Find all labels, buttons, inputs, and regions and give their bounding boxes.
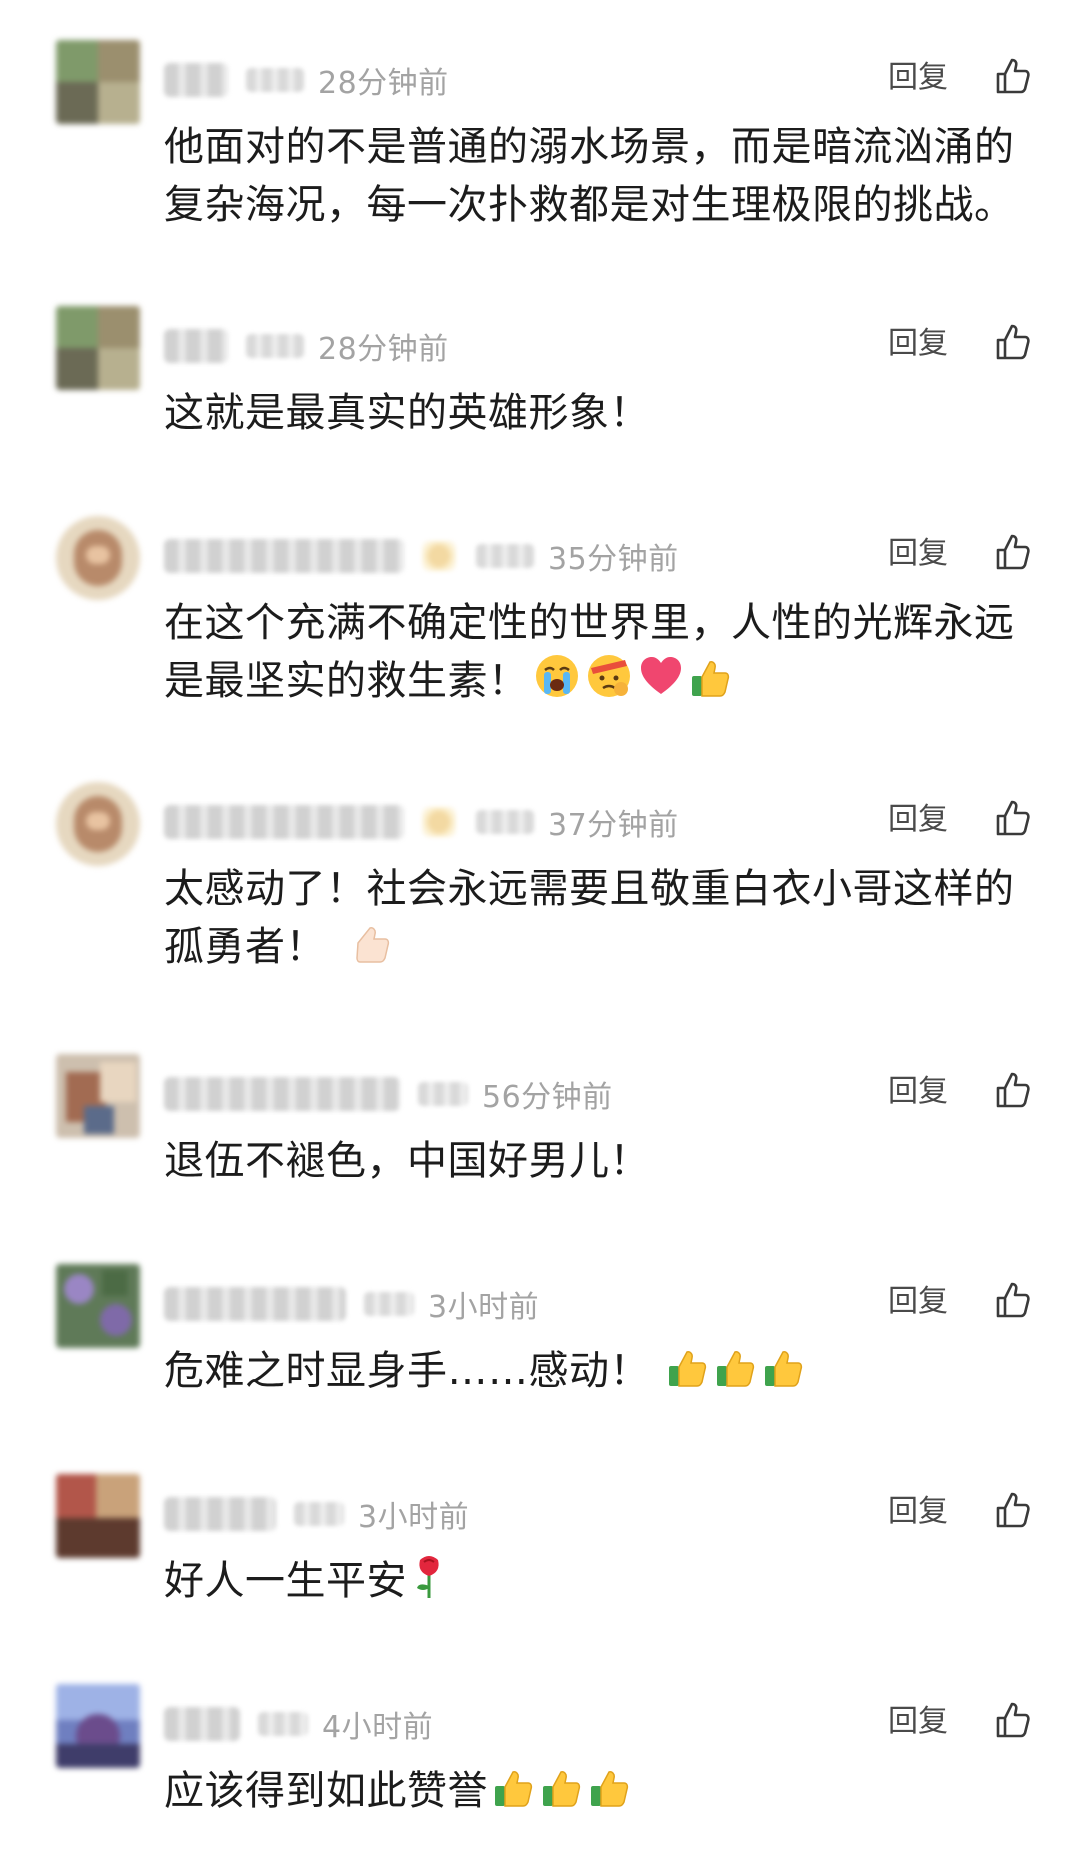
location-blurred <box>246 68 304 92</box>
badge-icon <box>422 807 456 837</box>
reply-button[interactable]: 回复 <box>888 52 948 104</box>
location-blurred <box>246 334 304 358</box>
thumbs-up-icon <box>588 1766 632 1826</box>
comment-time: 4小时前 <box>322 1710 434 1745</box>
thumbs-up-icon <box>714 1346 758 1406</box>
avatar[interactable] <box>56 1054 140 1138</box>
comment-time: 56分钟前 <box>482 1080 613 1115</box>
location-blurred <box>476 544 534 568</box>
username-blurred[interactable] <box>164 63 228 97</box>
thumbs-up-icon[interactable] <box>990 530 1034 574</box>
avatar[interactable] <box>56 306 140 390</box>
thumbs-up-icon <box>492 1766 536 1826</box>
location-blurred <box>418 1082 468 1106</box>
comment-time: 35分钟前 <box>548 542 679 577</box>
comment-meta: 28分钟前 <box>164 54 449 106</box>
location-blurred <box>294 1502 344 1526</box>
comment-meta: 28分钟前 <box>164 320 449 372</box>
avatar[interactable] <box>56 1474 140 1558</box>
username-blurred[interactable] <box>164 329 228 363</box>
username-blurred[interactable] <box>164 1287 346 1321</box>
thumbs-up-icon[interactable] <box>990 1068 1034 1112</box>
thumbs-up-icon[interactable] <box>990 1698 1034 1742</box>
comment-time: 3小时前 <box>358 1500 470 1535</box>
location-blurred <box>258 1712 308 1736</box>
thumbs-up-icon <box>540 1766 584 1826</box>
location-blurred <box>476 810 534 834</box>
reply-button[interactable]: 回复 <box>888 1066 948 1118</box>
thumbs-up-icon <box>666 1346 710 1406</box>
thumbs-up-icon[interactable] <box>990 796 1034 840</box>
username-blurred[interactable] <box>164 1497 276 1531</box>
comment-meta: 4小时前 <box>164 1698 433 1750</box>
thumbs-up-icon[interactable] <box>990 1278 1034 1322</box>
location-blurred <box>364 1292 414 1316</box>
avatar[interactable] <box>56 782 140 866</box>
thumbs-up-icon <box>689 656 733 716</box>
thumbs-up-icon[interactable] <box>990 54 1034 98</box>
comment-text: 应该得到如此赞誉 <box>164 1762 1034 1826</box>
comment-text: 在这个充满不确定性的世界里，人性的光辉永远是最坚实的救生素！ <box>164 594 1034 716</box>
comment-meta: 3小时前 <box>164 1278 539 1330</box>
username-blurred[interactable] <box>164 1077 400 1111</box>
comment-time: 37分钟前 <box>548 808 679 843</box>
reply-button[interactable]: 回复 <box>888 528 948 580</box>
avatar[interactable] <box>56 516 140 600</box>
username-blurred[interactable] <box>164 1707 240 1741</box>
comment-text: 危难之时显身手……感动！ <box>164 1342 1034 1406</box>
thumbs-up-light-icon <box>350 922 394 982</box>
comment-time: 28分钟前 <box>318 332 449 367</box>
thumbs-up-icon[interactable] <box>990 1488 1034 1532</box>
reply-button[interactable]: 回复 <box>888 1696 948 1748</box>
reply-button[interactable]: 回复 <box>888 1486 948 1538</box>
avatar[interactable] <box>56 40 140 124</box>
username-blurred[interactable] <box>164 805 404 839</box>
avatar[interactable] <box>56 1264 140 1348</box>
reply-button[interactable]: 回复 <box>888 1276 948 1328</box>
heart-icon <box>637 652 685 716</box>
comment-time: 28分钟前 <box>318 66 449 101</box>
comment-meta: 3小时前 <box>164 1488 469 1540</box>
comment-meta: 56分钟前 <box>164 1068 613 1120</box>
comment-text: 太感动了！社会永远需要且敬重白衣小哥这样的孤勇者！ <box>164 860 1034 982</box>
crying-face-icon <box>533 652 581 716</box>
avatar[interactable] <box>56 1684 140 1768</box>
thumbs-up-icon <box>762 1346 806 1406</box>
badge-icon <box>422 541 456 571</box>
reply-button[interactable]: 回复 <box>888 794 948 846</box>
reply-button[interactable]: 回复 <box>888 318 948 370</box>
thumbs-up-icon[interactable] <box>990 320 1034 364</box>
comment-meta: 37分钟前 <box>164 796 679 848</box>
comment-text: 好人一生平安 <box>164 1552 1034 1616</box>
comment-time: 3小时前 <box>428 1290 540 1325</box>
username-blurred[interactable] <box>164 539 404 573</box>
comment-meta: 35分钟前 <box>164 530 679 582</box>
comment-text: 这就是最真实的英雄形象！ <box>164 390 650 436</box>
rose-icon <box>411 1552 447 1616</box>
comment-text: 他面对的不是普通的溺水场景，而是暗流汹涌的复杂海况，每一次扑救都是对生理极限的挑… <box>164 124 1015 228</box>
comment-text: 退伍不褪色，中国好男儿！ <box>164 1138 650 1184</box>
saluting-face-icon <box>585 652 633 716</box>
comment-feed: 28分钟前 回复 他面对的不是普通的溺水场景，而是暗流汹涌的复杂海况，每一次扑救… <box>0 0 1080 1869</box>
